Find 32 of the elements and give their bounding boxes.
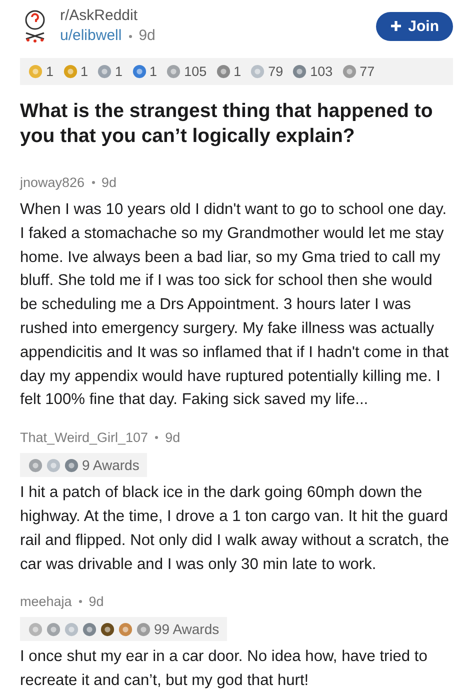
comment-time: 9d xyxy=(88,594,104,610)
awards-chip[interactable]: 9 Awards xyxy=(20,453,148,478)
award-count: 1 xyxy=(46,64,54,79)
award-count: 103 xyxy=(310,64,333,79)
post-time: 9d xyxy=(138,26,156,46)
comment-author[interactable]: meehaja xyxy=(20,594,72,610)
comment-author[interactable]: jnoway826 xyxy=(20,175,85,190)
award-count: 79 xyxy=(268,64,284,79)
award-total: 9 Awards xyxy=(82,457,140,474)
award-count: 77 xyxy=(360,64,375,79)
award-count: 1 xyxy=(115,64,123,79)
separator-dot xyxy=(92,181,95,184)
separator-dot xyxy=(78,600,82,604)
comment-body: I hit a patch of black ice in the dark going 60mph down the highway. At the time, I drove a 1 ton cargo van. It hit the guard rail and flipped. Not only did I walk away without a scratch, the car was drivable and I was only 30 min late to work. xyxy=(20,483,450,575)
award-count: 1 xyxy=(150,64,158,79)
award-count: 1 xyxy=(80,64,88,79)
comment-time: 9d xyxy=(102,175,117,190)
award-count: 105 xyxy=(184,64,207,79)
separator-dot xyxy=(128,34,132,38)
comment-body: When I was 10 years old I didn't want to go to school one day. I faked a stomachache so my Grandmother would let me stay home. Ive always been a bad liar, so my Gma tried to call my bluff. She told me if I was too sick for school then she would be scheduling me a Drs Appointment. 3 hours later I was rushed into emergency surgery. My fake illness was actually appendicitis and It was so inflamed that if I hadn't come in that day my appendix would have ruptured potentially killing me. I felt 100% fine that day. Faking sick saved my life... xyxy=(20,200,450,410)
award-total: 99 Awards xyxy=(154,621,220,638)
subreddit-name[interactable]: r/AskReddit xyxy=(60,6,366,26)
comment-body: I once shut my ear in a car door. No idea how, have tried to recreate it and can’t, but my god that hurt! xyxy=(20,647,428,692)
post-title: What is the strangest thing that happened to you that you can’t logically explain? xyxy=(20,99,434,149)
comment-time: 9d xyxy=(165,430,180,446)
username-link[interactable]: u/elibwell xyxy=(60,26,122,46)
awards-chip[interactable]: 99 Awards xyxy=(20,617,228,642)
separator-dot xyxy=(155,436,158,440)
plus-icon xyxy=(390,20,402,32)
join-button[interactable]: Join xyxy=(376,12,453,40)
award-count: 1 xyxy=(234,64,242,79)
comment-author[interactable]: That_Weird_Girl_107 xyxy=(20,430,148,446)
